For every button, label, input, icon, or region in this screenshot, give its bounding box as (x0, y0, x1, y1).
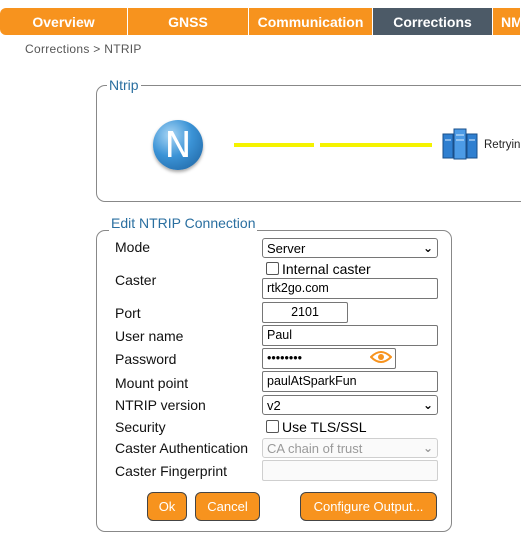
tab-overview[interactable]: Overview (0, 8, 128, 35)
tls-checkbox[interactable] (266, 420, 279, 433)
tab-nmea[interactable]: NM (493, 8, 521, 35)
edit-connection-legend: Edit NTRIP Connection (109, 215, 258, 231)
ntrip-status-legend: Ntrip (107, 77, 141, 93)
mode-label: Mode (115, 239, 151, 255)
top-nav: Overview GNSS Communication Corrections … (0, 8, 521, 35)
tls-label: Use TLS/SSL (282, 419, 367, 435)
server-status-text: Retryin (484, 139, 521, 151)
tab-communication[interactable]: Communication (249, 8, 373, 35)
tab-corrections[interactable]: Corrections (373, 8, 493, 35)
username-input[interactable]: Paul (262, 325, 438, 346)
mode-select-value: Server (267, 240, 306, 256)
version-label: NTRIP version (115, 397, 206, 413)
version-select-value: v2 (267, 397, 281, 413)
fingerprint-label: Caster Fingerprint (115, 463, 228, 479)
tls-row: Use TLS/SSL (266, 419, 367, 435)
ntrip-logo-letter: N (164, 124, 192, 166)
mode-select[interactable]: Server ⌄ (262, 238, 438, 258)
port-input[interactable]: 2101 (262, 302, 348, 323)
version-select[interactable]: v2 ⌄ (262, 395, 438, 415)
show-password-eye-icon[interactable] (370, 350, 392, 364)
server-icon (442, 128, 478, 160)
internal-caster-label: Internal caster (282, 261, 371, 277)
connection-line-left (234, 143, 314, 147)
ok-button[interactable]: Ok (147, 492, 187, 521)
chevron-down-icon: ⌄ (422, 241, 433, 255)
auth-select-value: CA chain of trust (267, 440, 363, 456)
chevron-down-icon: ⌄ (422, 398, 433, 412)
chevron-down-icon: ⌄ (422, 441, 433, 455)
internal-caster-checkbox[interactable] (266, 262, 279, 275)
cancel-button[interactable]: Cancel (195, 492, 260, 521)
caster-input[interactable]: rtk2go.com (262, 278, 438, 299)
auth-select[interactable]: CA chain of trust ⌄ (262, 438, 438, 458)
mountpoint-label: Mount point (115, 375, 189, 391)
internal-caster-row: Internal caster (266, 261, 371, 277)
username-label: User name (115, 328, 184, 344)
port-label: Port (115, 305, 141, 321)
connection-line-right (320, 143, 432, 147)
caster-label: Caster (115, 272, 157, 288)
tab-gnss[interactable]: GNSS (128, 8, 249, 35)
security-label: Security (115, 419, 166, 435)
mountpoint-input[interactable]: paulAtSparkFun (262, 371, 438, 392)
configure-output-button[interactable]: Configure Output... (300, 492, 437, 521)
breadcrumb: Corrections > NTRIP (25, 42, 142, 56)
ntrip-logo-icon: N (153, 120, 203, 170)
password-label: Password (115, 351, 177, 367)
auth-label: Caster Authentication (115, 440, 249, 456)
fingerprint-input[interactable] (262, 460, 438, 481)
